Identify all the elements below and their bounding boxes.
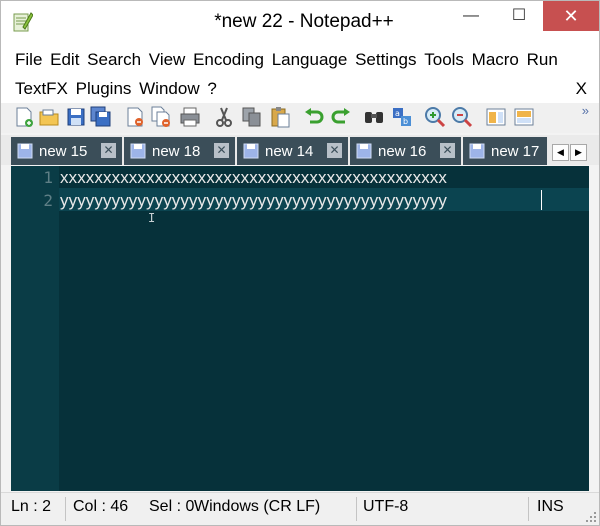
status-bar: Ln : 2 Col : 46 Sel : 0 | 0 Windows (CR …	[1, 492, 599, 525]
menu-row-2: TextFX Plugins Window ?	[15, 74, 220, 103]
tab-new-17[interactable]: new 17	[463, 137, 548, 165]
tab-new-15[interactable]: new 15 ✕	[11, 137, 123, 165]
tab-scroll-right-button[interactable]: ▶	[570, 144, 587, 161]
redo-icon[interactable]	[330, 106, 352, 128]
status-encoding[interactable]: UTF-8	[363, 498, 443, 516]
menu-window[interactable]: Window	[139, 74, 199, 103]
tab-new-14[interactable]: new 14 ✕	[237, 137, 349, 165]
copy-icon[interactable]	[241, 106, 263, 128]
status-divider	[528, 497, 529, 521]
minimize-button[interactable]: —	[448, 1, 494, 31]
tab-label: new 16	[378, 143, 427, 160]
undo-icon[interactable]	[303, 106, 325, 128]
menu-bar: File Edit Search View Encoding Language …	[1, 45, 599, 103]
tab-scroll-left-button[interactable]: ◀	[552, 144, 569, 161]
tab-close-icon[interactable]: ✕	[327, 143, 342, 158]
status-column: Col : 46	[73, 498, 129, 515]
sync-horizontal-icon[interactable]	[513, 106, 535, 128]
menu-view[interactable]: View	[149, 45, 186, 74]
menu-encoding[interactable]: Encoding	[193, 45, 264, 74]
toolbar-overflow-button[interactable]: »	[582, 103, 589, 118]
save-disk-icon	[356, 143, 372, 159]
status-divider	[356, 497, 357, 521]
title-bar: *new 22 - Notepad++ — ☐ ✕	[1, 1, 599, 45]
menu-search[interactable]: Search	[87, 45, 141, 74]
tab-label: new 17	[491, 143, 540, 160]
close-button[interactable]: ✕	[543, 1, 599, 31]
tab-new-16[interactable]: new 16 ✕	[350, 137, 462, 165]
toolbar: ab »	[1, 103, 599, 133]
line-number-gutter: 1 2	[11, 166, 59, 491]
menu-tools[interactable]: Tools	[424, 45, 464, 74]
tab-label: new 15	[39, 143, 88, 160]
status-selection: Sel : 0 | 0	[149, 498, 194, 515]
text-editor[interactable]: 1 2 xxxxxxxxxxxxxxxxxxxxxxxxxxxxxxxxxxxx…	[11, 166, 589, 491]
maximize-button[interactable]: ☐	[496, 1, 542, 31]
tab-new-18[interactable]: new 18 ✕	[124, 137, 236, 165]
print-icon[interactable]	[179, 106, 201, 128]
resize-grip-icon[interactable]	[585, 511, 597, 523]
menu-plugins[interactable]: Plugins	[76, 74, 132, 103]
status-line: Ln : 2	[11, 498, 52, 515]
svg-text:b: b	[403, 117, 408, 126]
menu-edit[interactable]: Edit	[50, 45, 79, 74]
tab-label: new 14	[265, 143, 314, 160]
save-disk-icon	[243, 143, 259, 159]
menu-language[interactable]: Language	[272, 45, 348, 74]
zoom-out-icon[interactable]	[451, 106, 473, 128]
line-number: 2	[43, 191, 53, 210]
paste-icon[interactable]	[269, 106, 291, 128]
save-disk-icon	[469, 143, 485, 159]
zoom-in-icon[interactable]	[424, 106, 446, 128]
svg-text:a: a	[395, 109, 400, 118]
sync-vertical-icon[interactable]	[485, 106, 507, 128]
tab-close-icon[interactable]: ✕	[214, 143, 229, 158]
save-all-icon[interactable]	[90, 106, 112, 128]
save-disk-icon	[130, 143, 146, 159]
mouse-ibeam-cursor: I	[148, 211, 156, 225]
close-all-icon[interactable]	[150, 106, 172, 128]
save-disk-icon	[17, 143, 33, 159]
cut-icon[interactable]	[213, 106, 235, 128]
code-line[interactable]: yyyyyyyyyyyyyyyyyyyyyyyyyyyyyyyyyyyyyyyy…	[60, 191, 447, 211]
menu-settings[interactable]: Settings	[355, 45, 416, 74]
text-caret	[541, 190, 542, 210]
code-line[interactable]: xxxxxxxxxxxxxxxxxxxxxxxxxxxxxxxxxxxxxxxx…	[60, 168, 447, 188]
menu-macro[interactable]: Macro	[472, 45, 519, 74]
notepad-window: *new 22 - Notepad++ — ☐ ✕ File Edit Sear…	[0, 0, 600, 526]
close-document-button[interactable]: X	[576, 74, 587, 103]
status-eol[interactable]: Windows (CR LF)	[194, 498, 354, 516]
tab-close-icon[interactable]: ✕	[101, 143, 116, 158]
new-file-icon[interactable]	[13, 106, 35, 128]
line-number: 1	[43, 168, 53, 187]
tab-label: new 18	[152, 143, 201, 160]
close-icon[interactable]	[124, 106, 146, 128]
status-insert-mode[interactable]: INS	[537, 498, 577, 516]
tab-strip: new 15 ✕ new 18 ✕ new 14 ✕ new 16 ✕ new …	[1, 135, 599, 165]
menu-run[interactable]: Run	[527, 45, 558, 74]
menu-row-1: File Edit Search View Encoding Language …	[15, 45, 561, 74]
menu-textfx[interactable]: TextFX	[15, 74, 68, 103]
status-divider	[65, 497, 66, 521]
tab-close-icon[interactable]: ✕	[440, 143, 455, 158]
open-file-icon[interactable]	[38, 106, 60, 128]
menu-file[interactable]: File	[15, 45, 42, 74]
replace-icon[interactable]: ab	[391, 106, 413, 128]
save-icon[interactable]	[65, 106, 87, 128]
find-icon[interactable]	[363, 106, 385, 128]
menu-help[interactable]: ?	[207, 74, 216, 103]
